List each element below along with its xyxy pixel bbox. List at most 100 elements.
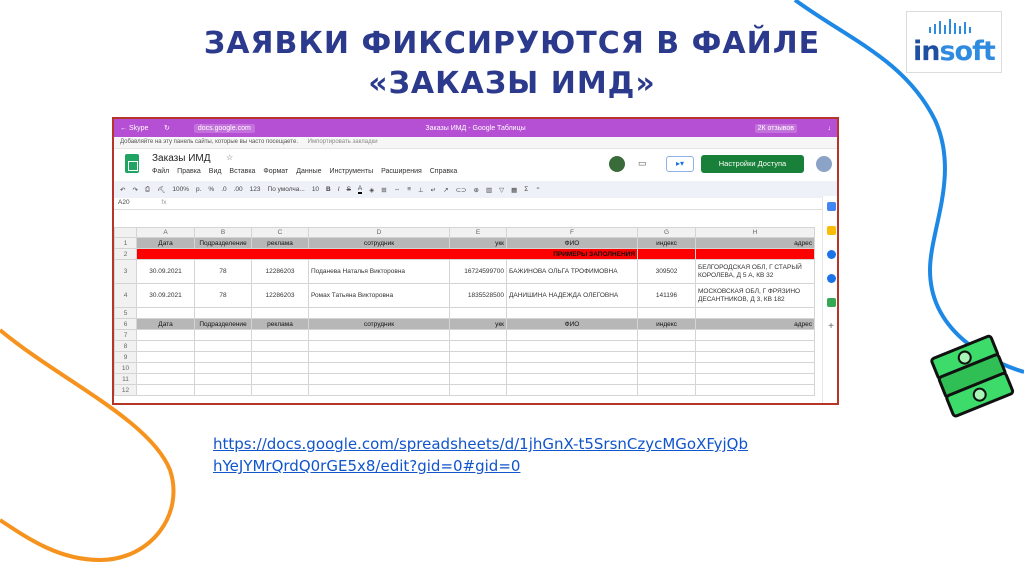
cell[interactable] <box>695 362 815 374</box>
cell[interactable] <box>695 248 815 260</box>
filter-icon[interactable]: ▽ <box>499 186 504 194</box>
menu-insert[interactable]: Вставка <box>229 168 255 175</box>
cell[interactable] <box>251 340 309 352</box>
cell[interactable] <box>136 340 195 352</box>
menu-file[interactable]: Файл <box>152 168 169 175</box>
borders-icon[interactable]: ⊞ <box>381 186 386 194</box>
cell[interactable] <box>506 362 638 374</box>
cell[interactable] <box>449 340 507 352</box>
more-formats-button[interactable]: 123 <box>250 186 261 193</box>
column-header[interactable]: E <box>449 227 507 238</box>
name-box[interactable]: A20 <box>118 199 130 206</box>
column-header[interactable]: G <box>637 227 696 238</box>
row-number[interactable]: 9 <box>114 351 137 363</box>
cell[interactable] <box>695 340 815 352</box>
cell[interactable]: ФИО <box>506 318 638 330</box>
cell[interactable] <box>506 307 638 319</box>
row-number[interactable]: 10 <box>114 362 137 374</box>
column-header[interactable]: A <box>136 227 195 238</box>
cell[interactable]: 12286203 <box>251 283 309 308</box>
cell[interactable] <box>695 384 815 396</box>
cell[interactable] <box>449 373 507 385</box>
paint-format-icon[interactable]: ⛏ <box>157 186 165 194</box>
examples-label-cell[interactable]: ПРИМЕРЫ ЗАПОЛНЕНИЯ <box>136 248 638 260</box>
sheets-logo-icon[interactable] <box>125 154 139 173</box>
cell[interactable]: адрес <box>695 237 815 249</box>
cell[interactable]: индекс <box>637 318 696 330</box>
cell[interactable]: 78 <box>194 259 252 284</box>
undo-icon[interactable]: ↶ <box>120 186 125 194</box>
cell[interactable] <box>695 307 815 319</box>
cell[interactable]: 78 <box>194 283 252 308</box>
text-color-button[interactable]: A <box>357 185 363 194</box>
cell[interactable] <box>449 362 507 374</box>
cell[interactable] <box>251 329 309 341</box>
decrease-decimals-button[interactable]: .0 <box>221 186 226 193</box>
menu-extensions[interactable]: Расширения <box>381 168 422 175</box>
cell[interactable] <box>449 384 507 396</box>
cell[interactable]: Подразделение <box>194 237 252 249</box>
italic-button[interactable]: I <box>338 186 340 193</box>
address-bar[interactable]: docs.google.com <box>193 123 255 133</box>
cell[interactable]: Дата <box>136 318 195 330</box>
cell[interactable] <box>637 329 696 341</box>
rotate-icon[interactable]: ↗ <box>443 186 448 194</box>
collaborator-avatar[interactable] <box>609 156 625 172</box>
cell[interactable] <box>136 351 195 363</box>
cell[interactable]: ФИО <box>506 237 638 249</box>
spreadsheet-link[interactable]: https://docs.google.com/spreadsheets/d/1… <box>213 433 753 477</box>
cell[interactable]: МОСКОВСКАЯ ОБЛ, Г ФРЯЗИНО ДЕСАНТНИКОВ, Д… <box>695 283 815 308</box>
cell[interactable] <box>308 362 450 374</box>
cell[interactable] <box>308 307 450 319</box>
tasks-icon[interactable] <box>826 250 836 259</box>
cell[interactable]: Дата <box>136 237 195 249</box>
row-number[interactable]: 5 <box>114 307 137 319</box>
functions-icon[interactable]: Σ <box>524 186 528 193</box>
print-icon[interactable]: ⎙ <box>145 186 150 194</box>
cell[interactable] <box>637 373 696 385</box>
cell[interactable]: укк <box>449 318 507 330</box>
cell[interactable] <box>637 307 696 319</box>
menu-format[interactable]: Формат <box>263 168 288 175</box>
cell[interactable] <box>251 362 309 374</box>
cell[interactable] <box>194 351 252 363</box>
cell[interactable] <box>136 362 195 374</box>
cell[interactable]: укк <box>449 237 507 249</box>
row-number[interactable]: 11 <box>114 373 137 385</box>
cell[interactable] <box>308 384 450 396</box>
cell[interactable] <box>506 384 638 396</box>
cell[interactable]: Поданева Наталья Викторовна <box>308 259 450 284</box>
cell[interactable] <box>637 248 696 260</box>
cell[interactable] <box>251 384 309 396</box>
zoom-select[interactable]: 100% <box>172 186 189 193</box>
align-icon[interactable]: ≡ <box>407 186 411 193</box>
menu-view[interactable]: Вид <box>209 168 222 175</box>
link-icon[interactable]: ⊂⊃ <box>456 186 467 194</box>
comment-icon[interactable]: ▭ <box>638 158 647 169</box>
cell[interactable]: реклама <box>251 318 309 330</box>
row-number[interactable]: 4 <box>114 283 137 308</box>
cell[interactable] <box>136 384 195 396</box>
cell[interactable]: ДАНИШИНА НАДЕЖДА ОЛЕГОВНА <box>506 283 638 308</box>
column-header[interactable]: D <box>308 227 450 238</box>
cell[interactable]: 30.09.2021 <box>136 283 195 308</box>
collapse-icon[interactable]: ⌃ <box>535 186 540 194</box>
cell[interactable] <box>637 384 696 396</box>
column-header[interactable]: C <box>251 227 309 238</box>
share-button[interactable]: Настройки Доступа <box>701 155 804 173</box>
menu-edit[interactable]: Правка <box>177 168 201 175</box>
cell[interactable]: 309502 <box>637 259 696 284</box>
cell[interactable] <box>308 340 450 352</box>
profile-avatar[interactable] <box>816 156 832 172</box>
menu-help[interactable]: Справка <box>430 168 457 175</box>
column-header[interactable]: F <box>506 227 638 238</box>
cell[interactable] <box>308 329 450 341</box>
back-button[interactable]: ← Skype <box>120 125 164 132</box>
percent-format-button[interactable]: % <box>208 186 214 193</box>
cell[interactable] <box>506 329 638 341</box>
cell[interactable] <box>506 373 638 385</box>
cell[interactable] <box>194 373 252 385</box>
font-select[interactable]: По умолча... <box>268 186 305 193</box>
row-number[interactable]: 1 <box>114 237 137 249</box>
wrap-icon[interactable]: ↵ <box>431 186 436 194</box>
